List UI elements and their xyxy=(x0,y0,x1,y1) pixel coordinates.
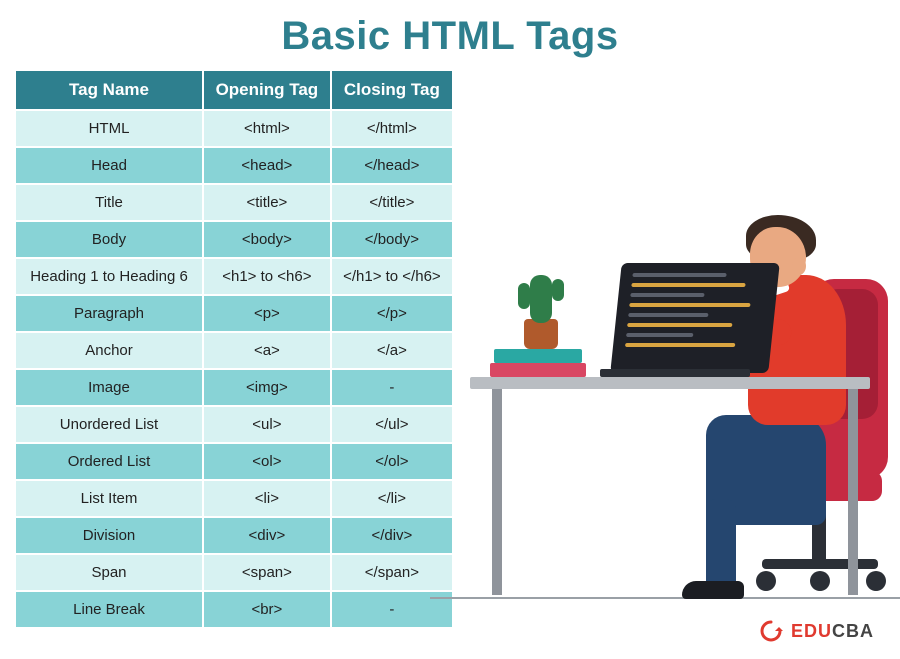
chair-wheel xyxy=(810,571,830,591)
logo-icon xyxy=(759,619,783,643)
book xyxy=(494,349,582,363)
code-line xyxy=(631,283,745,287)
code-line xyxy=(626,333,693,337)
cell-close: </ul> xyxy=(331,406,453,443)
cell-open: <head> xyxy=(203,147,331,184)
cell-name: Image xyxy=(15,369,203,406)
table-row: Title<title></title> xyxy=(15,184,453,221)
tags-table: Tag Name Opening Tag Closing Tag HTML<ht… xyxy=(14,69,454,629)
logo-text-rest: CBA xyxy=(832,621,874,641)
cell-open: <html> xyxy=(203,110,331,147)
code-line xyxy=(632,273,726,277)
table-row: Image<img>- xyxy=(15,369,453,406)
cell-open: <ol> xyxy=(203,443,331,480)
cell-name: Paragraph xyxy=(15,295,203,332)
cell-open: <title> xyxy=(203,184,331,221)
table-row: Division<div></div> xyxy=(15,517,453,554)
chair-base xyxy=(762,559,878,569)
cell-close: </html> xyxy=(331,110,453,147)
cell-name: List Item xyxy=(15,480,203,517)
table-header-row: Tag Name Opening Tag Closing Tag xyxy=(15,70,453,110)
logo-text: EDUCBA xyxy=(791,621,874,642)
cell-open: <span> xyxy=(203,554,331,591)
table-row: HTML<html></html> xyxy=(15,110,453,147)
cactus-icon xyxy=(530,275,552,323)
cell-close: </a> xyxy=(331,332,453,369)
cell-name: Anchor xyxy=(15,332,203,369)
cell-name: Division xyxy=(15,517,203,554)
cell-open: <p> xyxy=(203,295,331,332)
illustration xyxy=(470,179,900,599)
cell-open: <h1> to <h6> xyxy=(203,258,331,295)
table-row: Paragraph<p></p> xyxy=(15,295,453,332)
cell-name: Head xyxy=(15,147,203,184)
cell-open: <a> xyxy=(203,332,331,369)
table-row: Ordered List<ol></ol> xyxy=(15,443,453,480)
cell-close: </span> xyxy=(331,554,453,591)
code-line xyxy=(627,323,732,327)
col-opening-tag: Opening Tag xyxy=(203,70,331,110)
code-line xyxy=(630,293,704,297)
col-tag-name: Tag Name xyxy=(15,70,203,110)
cell-name: Span xyxy=(15,554,203,591)
laptop-base xyxy=(600,369,750,377)
cell-close: </li> xyxy=(331,480,453,517)
desk-leg xyxy=(848,389,858,595)
laptop-screen xyxy=(610,263,780,373)
person-shin xyxy=(706,499,736,591)
table-row: Head<head></head> xyxy=(15,147,453,184)
cell-name: Unordered List xyxy=(15,406,203,443)
cell-open: <ul> xyxy=(203,406,331,443)
person-shoe xyxy=(682,581,744,599)
cell-name: Heading 1 to Heading 6 xyxy=(15,258,203,295)
table-row: Body<body></body> xyxy=(15,221,453,258)
table-row: List Item<li></li> xyxy=(15,480,453,517)
col-closing-tag: Closing Tag xyxy=(331,70,453,110)
person-ear xyxy=(792,257,806,275)
floor-line xyxy=(430,597,900,599)
book xyxy=(490,363,586,377)
cell-open: <div> xyxy=(203,517,331,554)
cell-close: </head> xyxy=(331,147,453,184)
page-title: Basic HTML Tags xyxy=(0,0,900,69)
cell-close: </ol> xyxy=(331,443,453,480)
chair-wheel xyxy=(866,571,886,591)
cell-name: Body xyxy=(15,221,203,258)
cell-close: </h1> to </h6> xyxy=(331,258,453,295)
table-row: Unordered List<ul></ul> xyxy=(15,406,453,443)
cell-name: Line Break xyxy=(15,591,203,628)
desk-leg xyxy=(492,389,502,595)
cell-open: <body> xyxy=(203,221,331,258)
cell-close: </title> xyxy=(331,184,453,221)
cell-close: </div> xyxy=(331,517,453,554)
cell-close: </p> xyxy=(331,295,453,332)
cell-name: Title xyxy=(15,184,203,221)
code-line xyxy=(628,313,709,317)
cell-open: <img> xyxy=(203,369,331,406)
table-row: Line Break<br>- xyxy=(15,591,453,628)
cell-name: Ordered List xyxy=(15,443,203,480)
code-line xyxy=(629,303,750,307)
cell-open: <br> xyxy=(203,591,331,628)
desk-top xyxy=(470,377,870,389)
cell-close: </body> xyxy=(331,221,453,258)
table-row: Heading 1 to Heading 6<h1> to <h6></h1> … xyxy=(15,258,453,295)
cell-name: HTML xyxy=(15,110,203,147)
brand-logo: EDUCBA xyxy=(759,619,874,643)
chair-wheel xyxy=(756,571,776,591)
logo-text-accent: EDU xyxy=(791,621,832,641)
table-row: Span<span></span> xyxy=(15,554,453,591)
cell-close: - xyxy=(331,369,453,406)
code-line xyxy=(625,343,735,347)
cell-open: <li> xyxy=(203,480,331,517)
table-row: Anchor<a></a> xyxy=(15,332,453,369)
cactus-pot xyxy=(524,319,558,349)
